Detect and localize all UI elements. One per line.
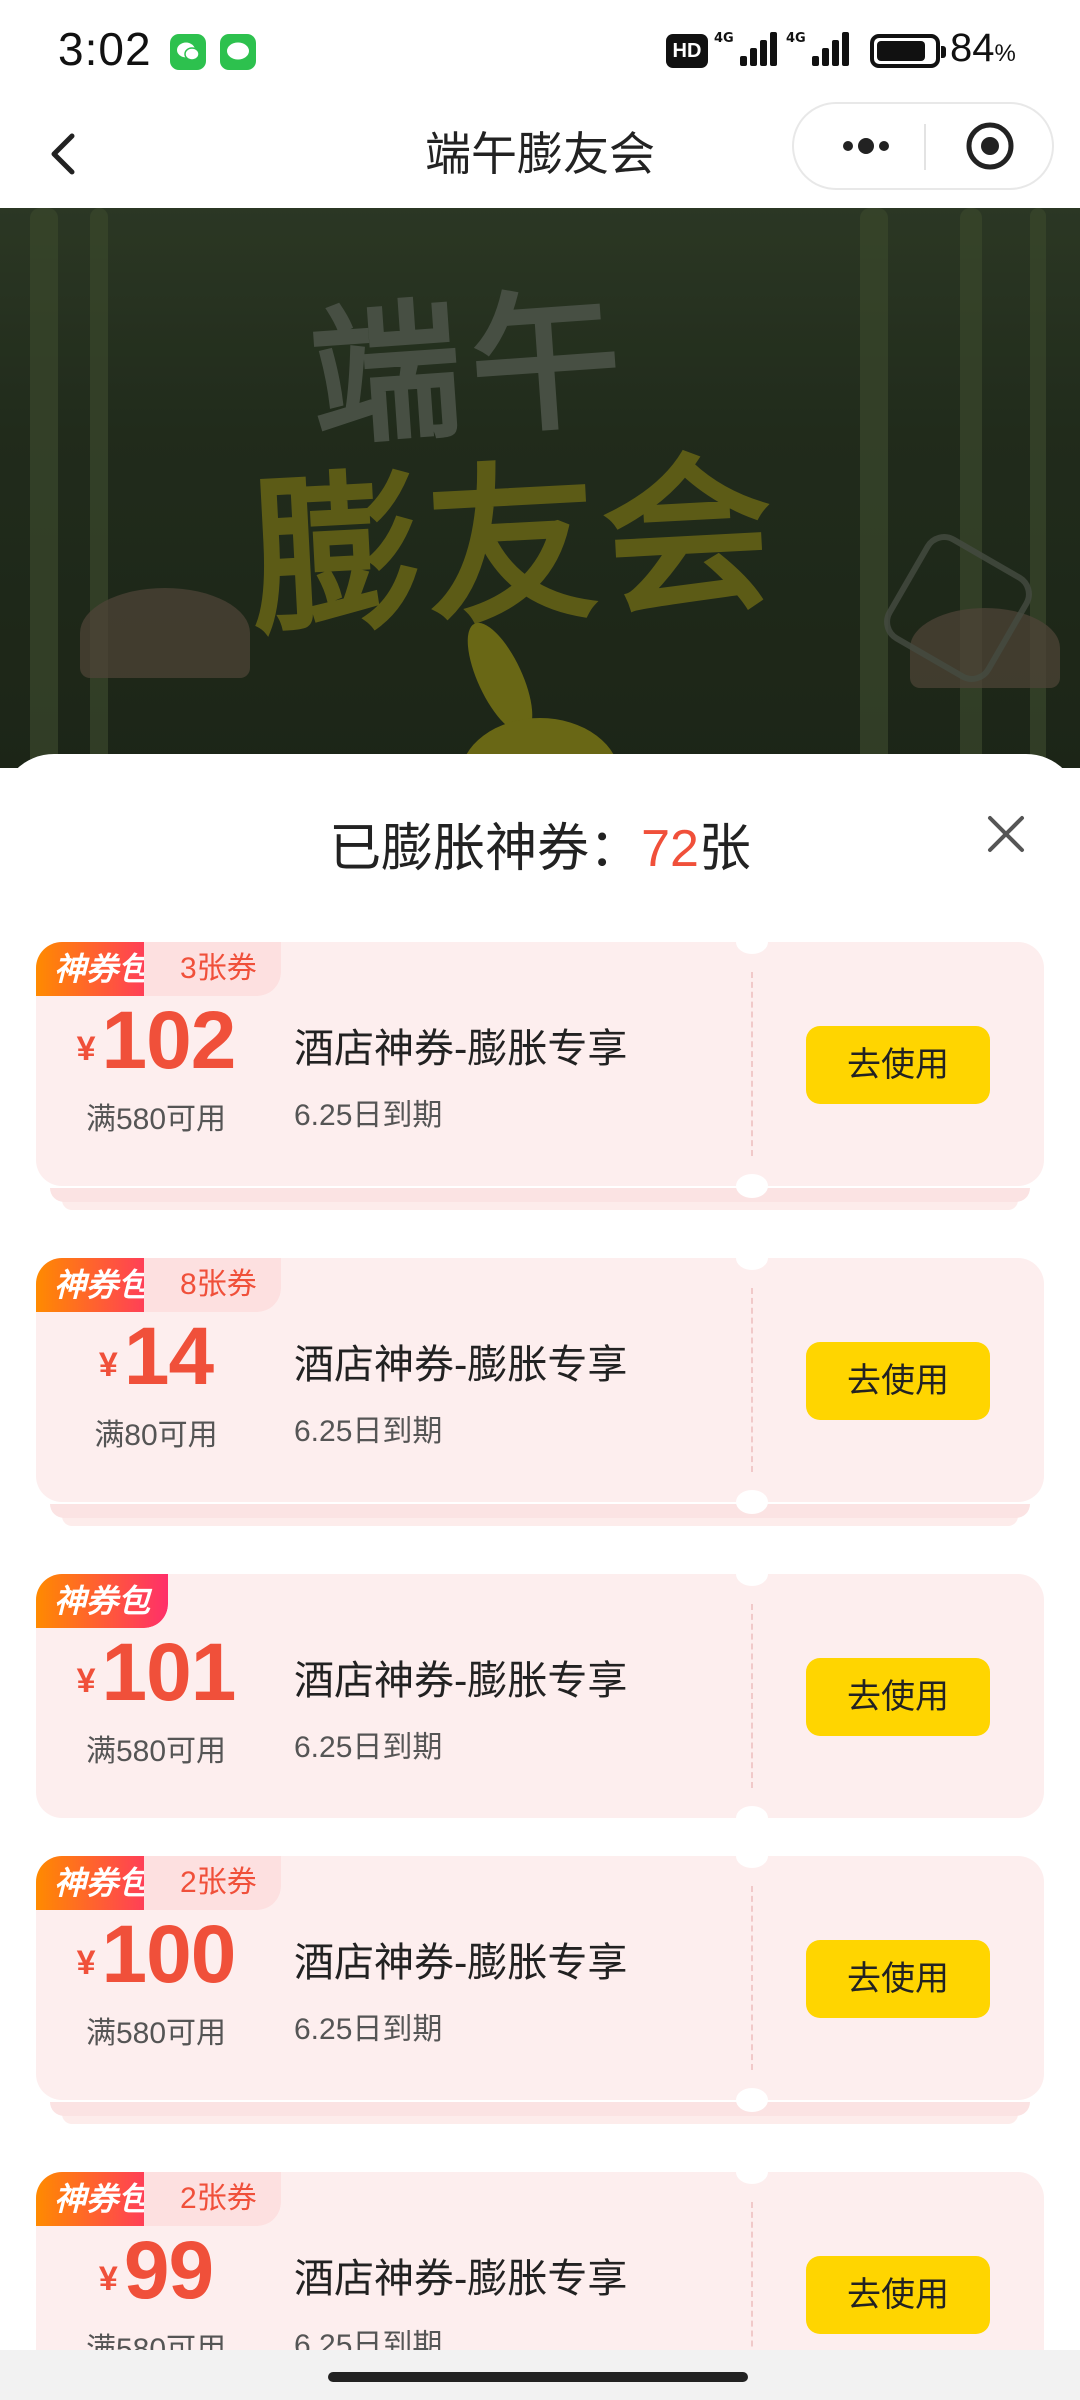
coupon-count: 72 xyxy=(641,820,699,878)
coupon-amount: 14 xyxy=(123,1311,214,1402)
coupon-card: 神券包 8张券 ¥14 满80可用 酒店神券-膨胀专享 6.25日到期 去使用 xyxy=(36,1246,1044,1526)
status-time: 3:02 xyxy=(58,23,152,75)
mini-program-capsule xyxy=(792,102,1054,190)
coupon-amount: 99 xyxy=(123,2225,214,2316)
wechat-notification-icon xyxy=(170,34,206,70)
coupon-min-spend: 满580可用 xyxy=(85,1735,227,1768)
coupon-min-spend: 满580可用 xyxy=(85,2017,227,2050)
coupon-card: 神券包 3张券 ¥102 满580可用 酒店神券-膨胀专享 6.25日到期 去使… xyxy=(36,930,1044,1210)
coupon-card: 神券包 ¥101 满580可用 酒店神券-膨胀专享 6.25日到期 去使用 xyxy=(36,1562,1044,1830)
network-type-label: 4G xyxy=(714,31,734,46)
coupon-expiry: 6.25日到期 xyxy=(294,1415,443,1448)
use-coupon-button[interactable]: 去使用 xyxy=(806,1940,990,2018)
coupon-pack-tag: 神券包 8张券 xyxy=(36,1258,281,1312)
coupon-title: 酒店神券-膨胀专享 xyxy=(294,2257,628,2301)
battery-icon xyxy=(870,34,946,68)
coupon-pack-count: 2张券 xyxy=(144,2172,281,2226)
coupon-amount: 101 xyxy=(101,1627,237,1718)
home-indicator[interactable] xyxy=(328,2372,748,2382)
coupon-pack-tag: 神券包 2张券 xyxy=(36,2172,281,2226)
close-icon xyxy=(988,816,1024,852)
more-dots-icon xyxy=(843,138,889,154)
coupon-expiry: 6.25日到期 xyxy=(294,1099,443,1132)
hero-banner: 端午 膨友会 xyxy=(0,208,1080,768)
coupon-expiry: 6.25日到期 xyxy=(294,2013,443,2046)
coupon-card: 神券包 2张券 ¥100 满580可用 酒店神券-膨胀专享 6.25日到期 去使… xyxy=(36,1844,1044,2124)
coupon-sheet: 已膨胀神券：72张 神券包 3张券 ¥102 满580可用 酒店神券-膨胀专享 … xyxy=(0,754,1080,2400)
more-button[interactable] xyxy=(816,114,916,178)
coupon-pack-tag: 神券包 2张券 xyxy=(36,1856,281,1910)
signal-4g-icon: 4G xyxy=(714,31,777,66)
coupon-pack-count: 8张券 xyxy=(144,1258,281,1312)
close-sheet-button[interactable] xyxy=(982,810,1030,858)
coupon-title: 酒店神券-膨胀专享 xyxy=(294,1027,628,1071)
coupon-pack-count: 2张券 xyxy=(144,1856,281,1910)
coupon-min-spend: 满580可用 xyxy=(85,1103,227,1136)
coupon-expiry: 6.25日到期 xyxy=(294,1731,443,1764)
coupon-title: 酒店神券-膨胀专享 xyxy=(294,1343,628,1387)
target-circle-icon xyxy=(966,122,1014,170)
coupon-price: ¥102 xyxy=(76,995,237,1086)
coupon-price: ¥101 xyxy=(76,1627,237,1718)
message-notification-icon xyxy=(220,34,256,70)
coupon-pack-count: 3张券 xyxy=(144,942,281,996)
hd-badge: HD xyxy=(666,34,708,68)
signal-4g-icon: 4G xyxy=(786,31,849,66)
coupon-amount: 100 xyxy=(101,1909,237,2000)
coupon-pack-tag: 神券包 3张券 xyxy=(36,942,281,996)
status-bar: 3:02 HD 4G 4G 84% xyxy=(0,0,1080,100)
coupon-pack-tag: 神券包 xyxy=(36,1574,169,1628)
use-coupon-button[interactable]: 去使用 xyxy=(806,1026,990,1104)
capsule-divider xyxy=(924,124,926,170)
sheet-title: 已膨胀神券：72张 xyxy=(329,820,751,878)
coupon-amount: 102 xyxy=(101,995,237,1086)
coupon-pack-label: 神券包 xyxy=(36,1574,169,1628)
coupon-price: ¥100 xyxy=(76,1909,237,2000)
battery-percentage: 84% xyxy=(950,26,1016,70)
coupon-title: 酒店神券-膨胀专享 xyxy=(294,1941,628,1985)
coupon-price: ¥14 xyxy=(98,1311,214,1402)
coupon-title: 酒店神券-膨胀专享 xyxy=(294,1659,628,1703)
use-coupon-button[interactable]: 去使用 xyxy=(806,1658,990,1736)
exit-mini-program-button[interactable] xyxy=(940,114,1040,178)
use-coupon-button[interactable]: 去使用 xyxy=(806,2256,990,2334)
use-coupon-button[interactable]: 去使用 xyxy=(806,1342,990,1420)
network-type-label: 4G xyxy=(786,31,806,46)
nav-bar: 端午膨友会 xyxy=(0,100,1080,208)
coupon-min-spend: 满80可用 xyxy=(94,1419,218,1452)
coupon-price: ¥99 xyxy=(98,2225,214,2316)
